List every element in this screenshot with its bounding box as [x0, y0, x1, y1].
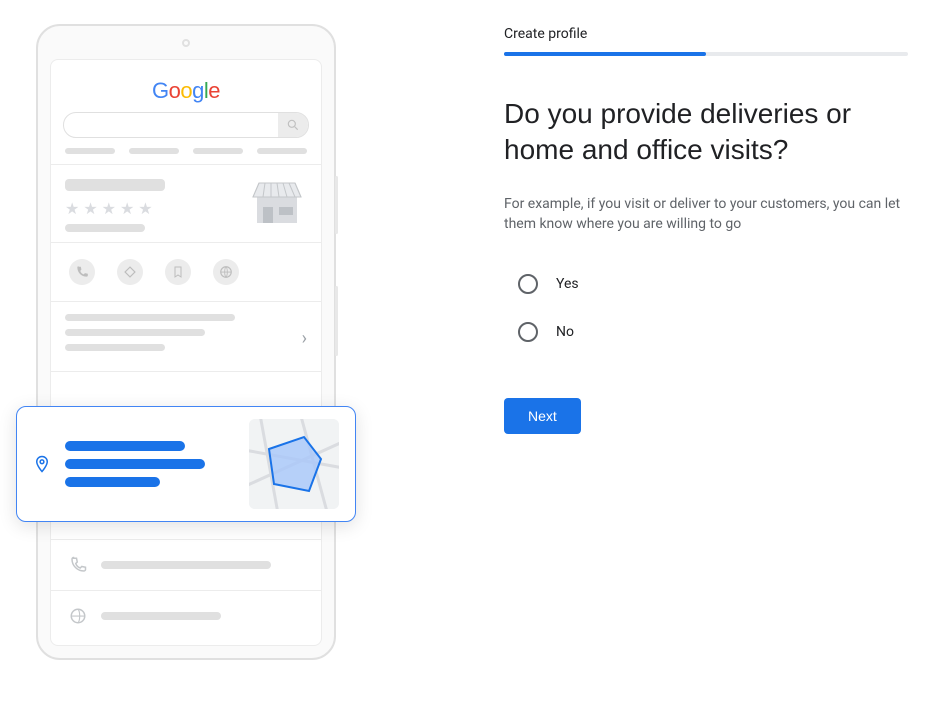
- phone-speaker: [182, 39, 190, 47]
- radio-icon: [518, 274, 538, 294]
- card-text-lines: [65, 433, 205, 495]
- illustration-column: Google ★ ★ ★ ★ ★: [24, 20, 364, 694]
- globe-icon: [213, 259, 239, 285]
- action-icons-row: [51, 247, 321, 297]
- google-logo: Google: [51, 78, 321, 104]
- logo-letter: e: [208, 78, 220, 103]
- phone-side-button: [335, 176, 338, 234]
- step-label: Create profile: [504, 26, 908, 42]
- progress-bar: [504, 52, 908, 56]
- logo-letter: g: [192, 78, 204, 103]
- progress-fill: [504, 52, 706, 56]
- phone-screen: Google ★ ★ ★ ★ ★: [50, 59, 322, 646]
- subtitle: For example, if you visit or deliver to …: [504, 194, 908, 234]
- phone-outline-icon: [69, 556, 87, 574]
- logo-letter: o: [169, 78, 181, 103]
- store-icon: [251, 179, 303, 227]
- service-area-card: [16, 406, 356, 522]
- radio-icon: [518, 322, 538, 342]
- option-label: No: [556, 324, 574, 340]
- diamond-icon: [117, 259, 143, 285]
- globe-outline-icon: [69, 607, 87, 625]
- chips-row: [51, 148, 321, 160]
- phone-row: [51, 544, 321, 586]
- next-button[interactable]: Next: [504, 398, 581, 434]
- page-title: Do you provide deliveries or home and of…: [504, 96, 908, 168]
- bookmark-icon: [165, 259, 191, 285]
- option-no[interactable]: No: [518, 322, 908, 342]
- option-label: Yes: [556, 276, 579, 292]
- phone-icon: [69, 259, 95, 285]
- phone-frame: Google ★ ★ ★ ★ ★: [36, 24, 336, 660]
- search-button-placeholder: [278, 113, 308, 137]
- form-column: Create profile Do you provide deliveries…: [364, 20, 908, 694]
- phone-side-button: [335, 286, 338, 356]
- result-listing: ★ ★ ★ ★ ★: [51, 169, 321, 238]
- search-bar-placeholder: [63, 112, 309, 138]
- chevron-right-icon: ›: [302, 328, 307, 349]
- logo-letter: o: [180, 78, 192, 103]
- option-yes[interactable]: Yes: [518, 274, 908, 294]
- text-lines-placeholder: ›: [51, 306, 321, 367]
- website-row: [51, 595, 321, 637]
- map-thumbnail: [249, 419, 339, 509]
- search-icon: [286, 118, 300, 132]
- logo-letter: G: [152, 78, 169, 103]
- location-pin-icon: [33, 453, 51, 475]
